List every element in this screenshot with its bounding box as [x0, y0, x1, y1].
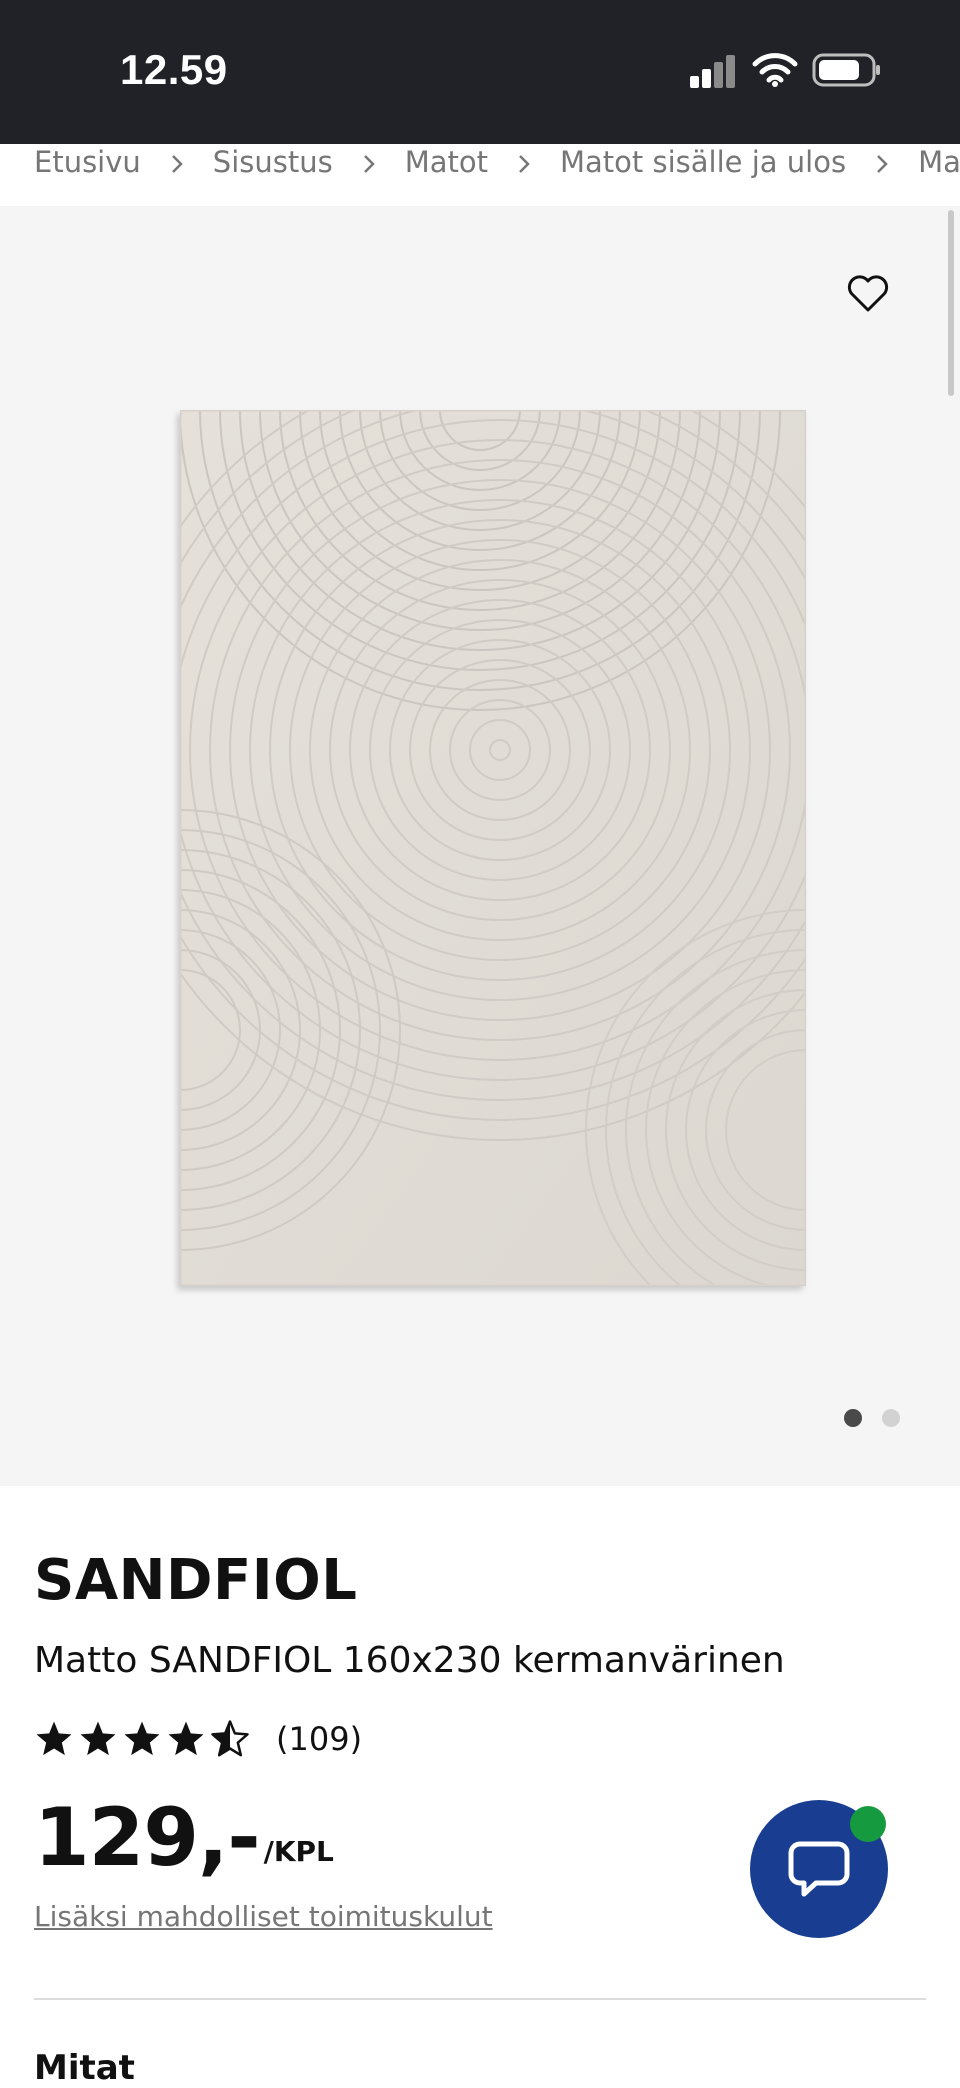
- breadcrumb-item-sisustus[interactable]: Sisustus: [213, 145, 333, 179]
- gallery-dot-1[interactable]: [844, 1409, 862, 1427]
- breadcrumb-item-etusivu[interactable]: Etusivu: [34, 145, 141, 179]
- section-title-mitat[interactable]: Mitat: [34, 2048, 135, 2088]
- status-bar: 12.59: [0, 0, 960, 144]
- section-divider: [34, 1998, 926, 2000]
- battery-icon: [812, 53, 880, 87]
- delivery-costs-link[interactable]: Lisäksi mahdolliset toimituskulut: [34, 1900, 493, 1933]
- gallery-dot-2[interactable]: [882, 1409, 900, 1427]
- price-value: 129,-: [34, 1791, 261, 1884]
- wifi-icon: [752, 53, 798, 87]
- breadcrumb: Etusivu Sisustus Matot Matot sisälle ja …: [0, 144, 960, 206]
- chevron-right-icon: [846, 145, 918, 179]
- product-name: SANDFIOL: [34, 1548, 358, 1613]
- chevron-right-icon: [141, 145, 213, 179]
- star-full-icon: [168, 1721, 204, 1756]
- heart-icon: [847, 275, 889, 312]
- scrollbar[interactable]: [948, 210, 954, 396]
- rating-count: (109): [276, 1720, 363, 1758]
- online-status-badge: [850, 1806, 886, 1842]
- star-full-icon: [80, 1721, 116, 1756]
- status-time: 12.59: [120, 46, 228, 93]
- signal-icon: [690, 55, 735, 88]
- chevron-right-icon: [333, 145, 405, 179]
- breadcrumb-item-matto[interactable]: Matto S: [918, 145, 960, 179]
- star-full-icon: [124, 1721, 160, 1756]
- favorite-button[interactable]: [840, 266, 896, 322]
- product-price: 129,- /KPL: [34, 1792, 334, 1884]
- price-unit: /KPL: [263, 1835, 334, 1868]
- product-description: Matto SANDFIOL 160x230 kermanvärinen: [34, 1640, 785, 1681]
- chat-bubble-icon: [788, 1841, 850, 1897]
- product-image: [180, 410, 806, 1286]
- breadcrumb-item-matot[interactable]: Matot: [405, 145, 488, 179]
- star-half-icon: [211, 1720, 249, 1757]
- chevron-right-icon: [488, 145, 560, 179]
- star-full-icon: [36, 1721, 72, 1756]
- breadcrumb-item-matot-sisalle-ja-ulos[interactable]: Matot sisälle ja ulos: [560, 145, 846, 179]
- product-rating[interactable]: (109): [34, 1716, 362, 1762]
